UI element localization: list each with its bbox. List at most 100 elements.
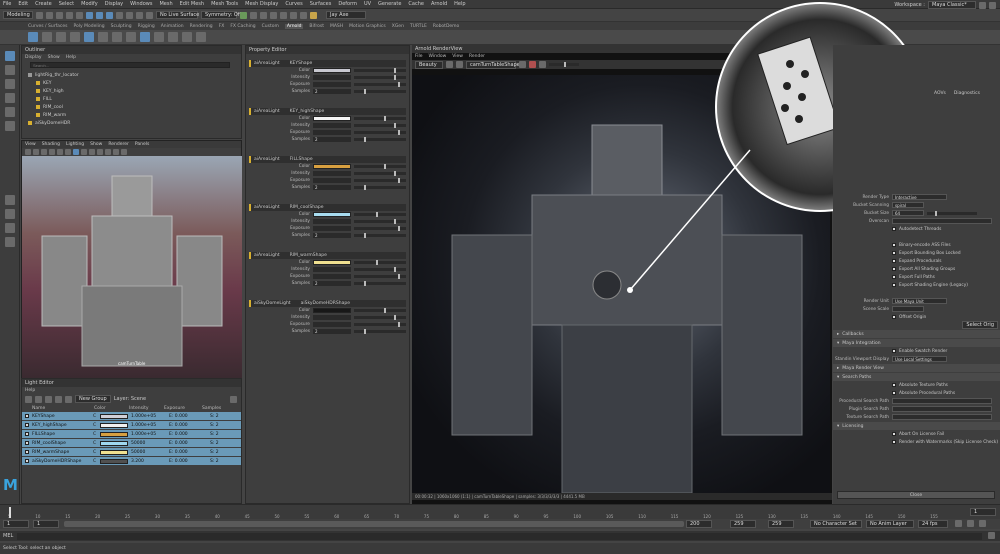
volume-icon[interactable] (126, 32, 136, 42)
menu-mesh-tools[interactable]: Mesh Tools (211, 1, 238, 7)
fps-select[interactable]: 24 fps (918, 520, 948, 528)
watermarks-checkbox[interactable] (892, 440, 896, 444)
render-unit-select[interactable]: Use Maya Unit (892, 298, 947, 304)
select-tool-icon[interactable] (4, 51, 15, 61)
new-scene-icon[interactable] (36, 11, 43, 19)
samples-field[interactable]: 2 (312, 329, 352, 334)
shelf-tab-active[interactable]: Arnold (284, 23, 304, 29)
shelf-tab[interactable]: FX Caching (230, 24, 255, 29)
autodetect-threads-checkbox[interactable] (892, 227, 896, 231)
light-samples[interactable]: S: 2 (210, 459, 219, 464)
rgb-icon[interactable] (446, 61, 453, 68)
tree-item[interactable]: RIM_warm (22, 111, 241, 119)
light-exposure[interactable]: E: 0.000 (169, 432, 207, 437)
hypershade-icon[interactable] (280, 11, 287, 19)
point-light-icon[interactable] (45, 395, 52, 403)
intensity-field[interactable] (312, 315, 352, 320)
tree-item[interactable]: aiSkyDomeHDR (22, 119, 241, 127)
shelf-tab[interactable]: Rendering (190, 24, 213, 29)
samples-slider[interactable] (354, 281, 406, 286)
light-row[interactable]: KEY_highShape C 1.000e+05 E: 0.000 S: 2 (22, 421, 241, 430)
tx-manager-icon[interactable] (154, 32, 164, 42)
color-slider[interactable] (354, 260, 406, 265)
samples-slider[interactable] (354, 185, 406, 190)
photometric-light-icon[interactable] (70, 32, 80, 42)
intensity-slider[interactable] (354, 267, 406, 272)
renderview-menu-window[interactable]: Window (429, 54, 447, 59)
menu-mesh[interactable]: Mesh (159, 1, 172, 7)
light-row[interactable]: FILLShape C 1.000e+05 E: 0.000 S: 2 (22, 430, 241, 439)
section-maya-render-view[interactable]: ▸ Maya Render View (833, 364, 1000, 372)
viewport-menu-renderer[interactable]: Renderer (108, 142, 129, 147)
bookmark-icon[interactable] (41, 149, 47, 155)
undo-icon[interactable] (66, 11, 73, 19)
light-color-swatch[interactable] (100, 431, 128, 437)
exposure-field[interactable] (312, 322, 352, 327)
shelf-tab[interactable]: Curves / Surfaces (28, 24, 68, 29)
paint-select-icon[interactable] (4, 79, 15, 89)
light-samples[interactable]: S: 2 (210, 432, 219, 437)
exposure-field[interactable] (312, 130, 352, 135)
samples-slider[interactable] (354, 137, 406, 142)
alpha-icon[interactable] (456, 61, 463, 68)
shelf-tab[interactable]: FX (219, 24, 225, 29)
lock-icon[interactable] (33, 149, 39, 155)
standin-select[interactable]: Use Local Settings (892, 356, 947, 362)
lasso-tool-icon[interactable] (4, 65, 15, 75)
tree-item[interactable]: KEY_high (22, 87, 241, 95)
smooth-shade-icon[interactable] (73, 149, 79, 155)
shelf-tab[interactable]: Animation (161, 24, 184, 29)
samples-slider[interactable] (354, 89, 406, 94)
exposure-slider[interactable] (549, 62, 579, 67)
render-type-select[interactable]: Interactive (892, 194, 947, 200)
light-enable-checkbox[interactable] (25, 423, 29, 427)
symmetry-select[interactable]: Symmetry: Off (201, 11, 241, 19)
menu-deform[interactable]: Deform (338, 1, 357, 7)
light-row[interactable]: RIM_coolShape C 50000 E: 0.000 S: 2 (22, 439, 241, 448)
bucket-size-input[interactable]: 64 (892, 210, 924, 216)
menu-edit-mesh[interactable]: Edit Mesh (180, 1, 204, 7)
light-color-swatch[interactable] (100, 449, 128, 455)
modeling-toolkit-icon[interactable] (310, 11, 317, 19)
light-manager-icon[interactable] (168, 32, 178, 42)
legacy-se-checkbox[interactable] (892, 283, 896, 287)
area-light-icon[interactable] (42, 32, 52, 42)
snap-point-icon[interactable] (136, 11, 143, 19)
section-search-paths[interactable]: ▾ Search Paths (833, 373, 1000, 381)
exposure-field[interactable] (312, 226, 352, 231)
ambient-light-icon[interactable] (65, 395, 72, 403)
section-licensing[interactable]: ▾ Licensing (833, 422, 1000, 430)
rotate-tool-icon[interactable] (4, 107, 15, 117)
color-swatch[interactable] (312, 308, 352, 313)
spot-light-icon[interactable] (35, 395, 42, 403)
character-set-select[interactable]: No Character Set (810, 520, 862, 528)
wireframe-icon[interactable] (65, 149, 71, 155)
section-maya-integration[interactable]: ▾ Maya Integration (833, 339, 1000, 347)
light-intensity[interactable]: 50000 (131, 450, 166, 455)
select-hierarchy-icon[interactable] (86, 11, 93, 19)
light-enable-checkbox[interactable] (25, 459, 29, 463)
light-row[interactable]: KEYShape C 1.000e+05 E: 0.000 S: 2 (22, 412, 241, 421)
menu-mesh-display[interactable]: Mesh Display (245, 1, 278, 7)
samples-slider[interactable] (354, 329, 406, 334)
refresh-icon[interactable] (519, 61, 526, 68)
snap-grid-icon[interactable] (116, 11, 123, 19)
viewport-menu-lighting[interactable]: Lighting (66, 142, 84, 147)
light-samples[interactable]: S: 2 (210, 450, 219, 455)
render-view-icon[interactable] (182, 32, 192, 42)
intensity-field[interactable] (312, 171, 352, 176)
tab-diagnostics[interactable]: Diagnostics (954, 91, 980, 99)
renderview-camera-select[interactable]: camTurnTableShape (466, 60, 520, 69)
history-icon[interactable] (240, 11, 247, 19)
enable-swatch-checkbox[interactable] (892, 349, 896, 353)
start-frame-field[interactable]: 1 (3, 520, 29, 528)
auto-key-icon[interactable] (967, 520, 974, 527)
menu-edit[interactable]: Edit (18, 1, 28, 7)
menu-generate[interactable]: Generate (378, 1, 401, 7)
tree-item[interactable]: FILL (22, 95, 241, 103)
ao-icon[interactable] (105, 149, 111, 155)
samples-field[interactable]: 2 (312, 137, 352, 142)
light-intensity[interactable]: 1.000e+05 (131, 432, 166, 437)
shelf-tab[interactable]: Custom (262, 24, 279, 29)
outliner-menu-help[interactable]: Help (66, 55, 76, 60)
